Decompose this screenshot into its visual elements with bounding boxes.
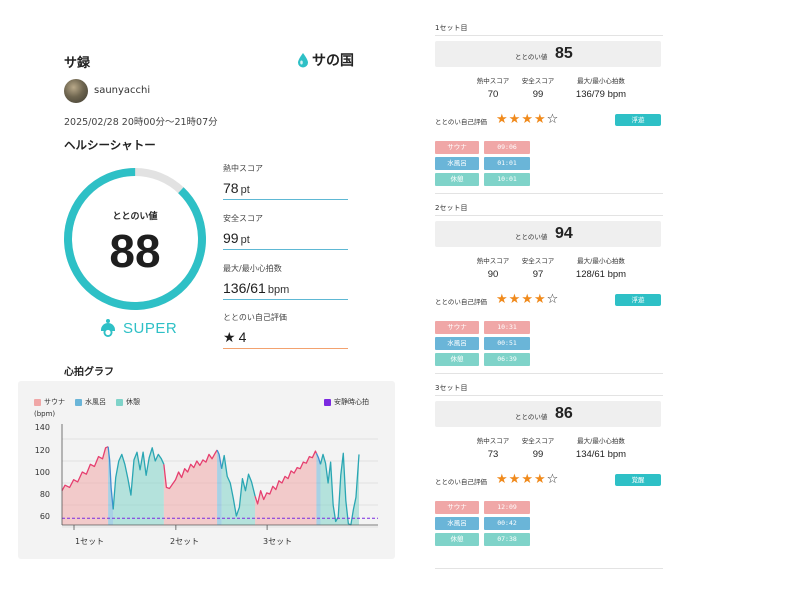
phase-time: 10:31 bbox=[484, 321, 530, 334]
phase-name: 水風呂 bbox=[435, 337, 479, 350]
star-empty-icon: ☆ bbox=[546, 472, 560, 487]
phase-time: 07:38 bbox=[484, 533, 530, 546]
star-filled-icon: ★ bbox=[496, 472, 509, 487]
mood-tag: 覚醒 bbox=[615, 474, 661, 486]
phase-name: 水風呂 bbox=[435, 517, 479, 530]
set-title: 2セット目 bbox=[435, 204, 468, 212]
star-filled-icon: ★ bbox=[521, 292, 534, 307]
phase-time: 06:39 bbox=[484, 353, 530, 366]
phase-time: 12:09 bbox=[484, 501, 530, 514]
star-filled-icon: ★ bbox=[533, 112, 547, 127]
phase-row-sauna: サウナ 12:09 bbox=[435, 501, 530, 514]
set-stat-value: 99 bbox=[532, 449, 544, 460]
phase-time: 01:01 bbox=[484, 157, 530, 170]
set-totonoi-value: 94 bbox=[555, 225, 573, 242]
phase-time: 00:51 bbox=[484, 337, 530, 350]
set-score-box bbox=[435, 221, 661, 247]
set-stat-header: 安全スコア bbox=[521, 437, 555, 445]
phase-name: サウナ bbox=[435, 501, 479, 514]
set-totonoi-label: ととのい値 bbox=[515, 53, 548, 61]
star-rating: ★★★★☆ bbox=[496, 112, 559, 127]
set-stat-header: 最大/最小心拍数 bbox=[577, 437, 625, 445]
set-score-box bbox=[435, 401, 661, 427]
set-title: 3セット目 bbox=[435, 384, 468, 392]
star-filled-icon: ★ bbox=[496, 112, 509, 127]
phase-name: 休憩 bbox=[435, 173, 479, 186]
set-totonoi-label: ととのい値 bbox=[515, 233, 548, 241]
star-rating: ★★★★☆ bbox=[496, 472, 559, 487]
set-stat-header: 安全スコア bbox=[521, 77, 555, 85]
phase-row-rest: 休憩 06:39 bbox=[435, 353, 530, 366]
divider bbox=[435, 373, 663, 374]
set-stat-value: 136/79 bpm bbox=[575, 89, 627, 100]
set-rating-label: ととのい自己評価 bbox=[435, 478, 487, 486]
phase-name: 休憩 bbox=[435, 533, 479, 546]
phase-name: 休憩 bbox=[435, 353, 479, 366]
set-stat-value: 97 bbox=[532, 269, 544, 280]
phase-time: 10:01 bbox=[484, 173, 530, 186]
star-filled-icon: ★ bbox=[508, 292, 522, 307]
phase-row-sauna: サウナ 09:06 bbox=[435, 141, 530, 154]
star-filled-icon: ★ bbox=[508, 112, 522, 127]
set-totonoi-value: 85 bbox=[555, 45, 573, 62]
star-filled-icon: ★ bbox=[533, 292, 547, 307]
set-stat-value: 99 bbox=[532, 89, 544, 100]
phase-name: 水風呂 bbox=[435, 157, 479, 170]
phase-time: 09:06 bbox=[484, 141, 530, 154]
phase-row-water: 水風呂 00:51 bbox=[435, 337, 530, 350]
set-stat-value: 134/61 bpm bbox=[575, 449, 627, 460]
divider bbox=[435, 395, 663, 396]
set-rating-label: ととのい自己評価 bbox=[435, 118, 487, 126]
star-empty-icon: ☆ bbox=[546, 292, 560, 307]
set-stat-header: 最大/最小心拍数 bbox=[577, 257, 625, 265]
set-score-box bbox=[435, 41, 661, 67]
star-rating: ★★★★☆ bbox=[496, 292, 559, 307]
set-totonoi-label: ととのい値 bbox=[515, 413, 548, 421]
phase-area-rest bbox=[221, 455, 256, 525]
star-filled-icon: ★ bbox=[521, 472, 534, 487]
set-title: 1セット目 bbox=[435, 24, 468, 32]
divider bbox=[435, 35, 663, 36]
heart-rate-chart bbox=[61, 424, 378, 530]
set-rating-label: ととのい自己評価 bbox=[435, 298, 487, 306]
phase-row-rest: 休憩 10:01 bbox=[435, 173, 530, 186]
phase-row-water: 水風呂 00:42 bbox=[435, 517, 530, 530]
mood-tag: 浮遊 bbox=[615, 114, 661, 126]
star-empty-icon: ☆ bbox=[546, 112, 560, 127]
star-filled-icon: ★ bbox=[496, 292, 509, 307]
set-totonoi-value: 86 bbox=[555, 405, 573, 422]
divider bbox=[435, 568, 663, 569]
set-stat-value: 128/61 bpm bbox=[575, 269, 627, 280]
phase-row-water: 水風呂 01:01 bbox=[435, 157, 530, 170]
star-filled-icon: ★ bbox=[521, 112, 534, 127]
set-stat-header: 最大/最小心拍数 bbox=[577, 77, 625, 85]
divider bbox=[435, 193, 663, 194]
phase-time: 00:42 bbox=[484, 517, 530, 530]
star-filled-icon: ★ bbox=[508, 472, 522, 487]
star-filled-icon: ★ bbox=[533, 472, 547, 487]
phase-name: サウナ bbox=[435, 141, 479, 154]
mood-tag: 浮遊 bbox=[615, 294, 661, 306]
set-stat-header: 安全スコア bbox=[521, 257, 555, 265]
phase-row-sauna: サウナ 10:31 bbox=[435, 321, 530, 334]
divider bbox=[435, 215, 663, 216]
phase-name: サウナ bbox=[435, 321, 479, 334]
phase-row-rest: 休憩 07:38 bbox=[435, 533, 530, 546]
